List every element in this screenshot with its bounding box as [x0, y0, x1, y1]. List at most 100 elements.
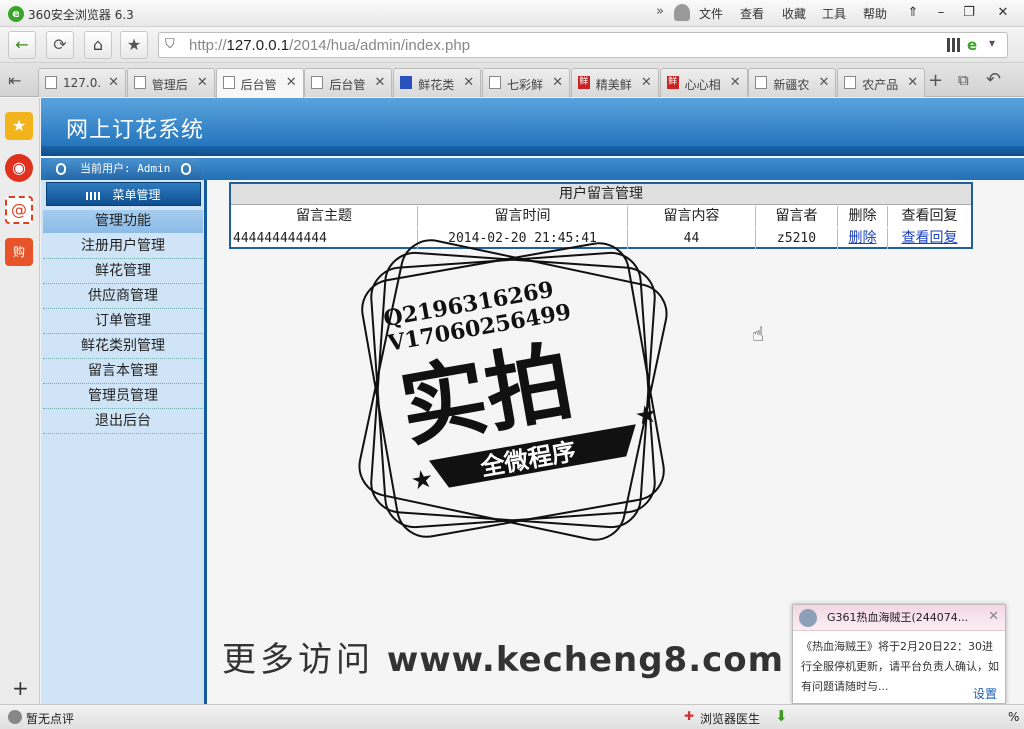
title-bar: e 360安全浏览器 6.3 » 文件 查看 收藏 工具 帮助 ⇑ – ❐ ✕	[0, 0, 1024, 27]
popup-body: 《热血海贼王》将于2月20日22：30进行全服停机更新，请平台负责人确认，如有问…	[801, 640, 999, 693]
page-icon	[133, 76, 146, 89]
nav-item-6[interactable]: 管理员管理	[43, 384, 203, 409]
url-field[interactable]: ⛉ http://127.0.0.1/2014/hua/admin/index.…	[158, 32, 1008, 58]
nav-item-4[interactable]: 鲜花类别管理	[43, 334, 203, 359]
mail-icon[interactable]: @	[5, 196, 33, 224]
weibo-icon[interactable]: ◉	[5, 154, 33, 182]
ring-icon	[56, 163, 66, 175]
tab-label: 精美鲜	[595, 78, 632, 92]
page-icon	[311, 76, 324, 89]
back-button[interactable]: ←	[8, 31, 36, 59]
tab-close-icon[interactable]: ✕	[108, 75, 119, 90]
browser-logo-icon: e	[8, 6, 24, 22]
url-text: http://127.0.0.1/2014/hua/admin/index.ph…	[189, 37, 471, 54]
tab-close-icon[interactable]: ✕	[374, 75, 385, 90]
tab-close-icon[interactable]: ✕	[641, 75, 652, 90]
watermark-url: www.kecheng8.com	[386, 640, 785, 680]
menu-header[interactable]: 菜单管理	[46, 182, 201, 206]
tab-7[interactable]: 鲜心心相 ✕	[659, 68, 748, 97]
chevron-right-icon[interactable]: »	[656, 4, 664, 19]
admin-menu: 当前用户: Admin 菜单管理 管理功能 注册用户管理 鲜花管理 供应商管理 订单管…	[41, 158, 207, 704]
menu-header-label: 菜单管理	[112, 188, 161, 202]
download-icon[interactable]: ⬇	[775, 707, 788, 725]
tab-close-icon[interactable]: ✕	[463, 75, 474, 90]
tab-list-icon[interactable]: ⧉	[958, 71, 969, 89]
nav-item-1[interactable]: 鲜花管理	[43, 259, 203, 284]
tab-label: 后台管	[329, 78, 366, 92]
popup-close-icon[interactable]: ✕	[988, 609, 999, 624]
tab-9[interactable]: 农产品 ✕	[837, 68, 926, 97]
pin-icon[interactable]: ⇑	[902, 3, 924, 23]
browser-doctor-button[interactable]: 浏览器医生	[700, 710, 760, 727]
sidebar-toggle-icon[interactable]: ⇤	[8, 71, 21, 90]
menu-view[interactable]: 查看	[740, 5, 764, 22]
home-button[interactable]: ⌂	[84, 31, 112, 59]
header-view: 查看回复	[901, 208, 958, 224]
nav-item-3[interactable]: 订单管理	[43, 309, 203, 334]
user-avatar-icon[interactable]	[674, 4, 690, 21]
fresh-icon: 鲜	[666, 76, 679, 89]
browser-e-icon[interactable]: e	[967, 36, 977, 54]
ring-icon	[181, 163, 191, 175]
refresh-button[interactable]: ⟳	[46, 31, 74, 59]
undo-close-icon[interactable]: ↶	[986, 69, 1001, 90]
status-left-text: 暂无点评	[26, 712, 75, 726]
shopping-icon[interactable]: 购	[5, 238, 33, 266]
tab-close-icon[interactable]: ✕	[552, 75, 563, 90]
tab-2[interactable]: 后台管 ✕	[215, 68, 304, 98]
delete-link[interactable]: 删除	[838, 228, 888, 249]
tab-close-icon[interactable]: ✕	[907, 75, 918, 90]
tab-label: 管理后	[151, 78, 188, 92]
tab-3[interactable]: 后台管 ✕	[304, 68, 393, 97]
header-author: 留言者	[756, 206, 838, 227]
tab-close-icon[interactable]: ✕	[730, 75, 741, 90]
favorites-star-icon[interactable]: ★	[5, 112, 33, 140]
app-banner: 网上订花系统	[41, 98, 1024, 156]
menu-help[interactable]: 帮助	[863, 5, 887, 22]
tab-bar: ⇤ 127.0. ✕ 管理后 ✕ 后台管 ✕ 后台管 ✕ 鲜花类 ✕ 七彩鲜 ✕ 鲜精美鲜 ✕ 鲜心心相 ✕ 新…	[0, 63, 1024, 98]
header-content: 留言内容	[628, 206, 756, 227]
tab-close-icon[interactable]: ✕	[286, 75, 297, 90]
status-bar: 暂无点评 ✚ 浏览器医生 ⬇ %	[0, 704, 1024, 729]
popup-avatar-icon	[799, 609, 817, 627]
zoom-percent: %	[1008, 710, 1020, 724]
popup-settings-link[interactable]: 设置	[973, 685, 997, 702]
qrcode-icon[interactable]	[947, 38, 961, 52]
new-tab-button[interactable]: +	[928, 70, 943, 91]
menu-tools[interactable]: 工具	[822, 5, 846, 22]
tab-4[interactable]: 鲜花类 ✕	[393, 68, 482, 97]
banner-stripe	[41, 146, 1024, 156]
tab-label: 心心相	[684, 78, 721, 92]
minimize-button[interactable]: –	[930, 3, 952, 23]
table-caption: 用户留言管理	[231, 184, 971, 205]
nav-item-7[interactable]: 退出后台	[43, 409, 203, 434]
view-reply-link[interactable]: 查看回复	[888, 228, 971, 249]
bottom-watermark: 更多访问 www.kecheng8.com	[222, 632, 784, 681]
tab-label: 鲜花类	[418, 78, 455, 92]
tab-6[interactable]: 鲜精美鲜 ✕	[570, 68, 659, 97]
favorite-star-button[interactable]: ★	[120, 31, 148, 59]
nav-item-0[interactable]: 注册用户管理	[43, 234, 203, 259]
header-time: 留言时间	[418, 206, 628, 227]
tab-1[interactable]: 管理后 ✕	[126, 68, 215, 97]
menu-favorites[interactable]: 收藏	[782, 5, 806, 22]
tab-label: 127.0.	[63, 76, 102, 90]
browser-sidebar: ★ ◉ @ 购 +	[0, 98, 40, 704]
nav-item-5[interactable]: 留言本管理	[43, 359, 203, 384]
close-button[interactable]: ✕	[992, 3, 1014, 23]
chevron-down-icon[interactable]: ▾	[989, 36, 995, 50]
tab-0[interactable]: 127.0. ✕	[38, 68, 126, 97]
paw-icon	[400, 76, 413, 89]
nav-item-2[interactable]: 供应商管理	[43, 284, 203, 309]
add-icon[interactable]: +	[12, 676, 29, 700]
page-icon	[489, 76, 501, 89]
tab-8[interactable]: 新疆农 ✕	[748, 68, 837, 97]
address-toolbar: ← ⟳ ⌂ ★ ⛉ http://127.0.0.1/2014/hua/admi…	[0, 27, 1024, 63]
tab-5[interactable]: 七彩鲜 ✕	[482, 68, 570, 97]
restore-button[interactable]: ❐	[958, 3, 980, 23]
fresh-icon: 鲜	[577, 76, 590, 89]
tab-close-icon[interactable]: ✕	[818, 75, 829, 90]
hand-cursor-icon: ☝	[752, 322, 765, 346]
menu-file[interactable]: 文件	[699, 5, 723, 22]
tab-close-icon[interactable]: ✕	[197, 75, 208, 90]
